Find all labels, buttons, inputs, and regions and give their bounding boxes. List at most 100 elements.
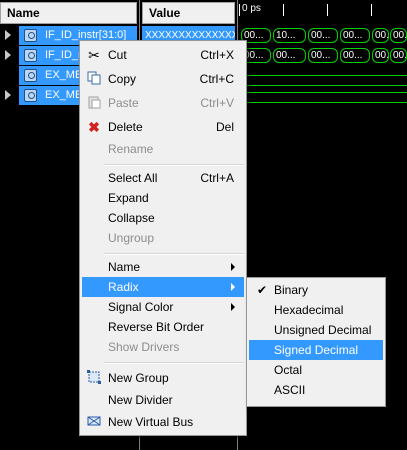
ruler-tick xyxy=(371,4,372,16)
menu-item-label: Radix xyxy=(108,280,139,294)
value-column-header[interactable]: Value xyxy=(142,2,235,24)
expand-arrow-icon[interactable] xyxy=(5,50,11,60)
menu-item-radix[interactable]: Radix xyxy=(82,277,244,297)
menu-item-rename[interactable]: Rename xyxy=(82,139,244,159)
wave-segment[interactable]: 00... xyxy=(372,28,389,43)
scissors-icon: ✂ xyxy=(88,47,100,63)
menu-item-label: Ungroup xyxy=(108,231,155,245)
time-ruler-label: 0 ps xyxy=(242,3,261,14)
menu-item-label: New Group xyxy=(108,371,169,385)
menu-item-select-all[interactable]: Select All Ctrl+A xyxy=(82,168,244,188)
wave-segment[interactable]: 00... xyxy=(340,28,370,43)
name-header-label: Name xyxy=(7,6,40,20)
signal-name: EX_ME xyxy=(45,89,83,101)
signal-bus-icon xyxy=(24,29,37,42)
submenu-arrow-icon xyxy=(231,283,235,291)
wave-segment[interactable]: 00... xyxy=(390,28,407,43)
signal-name: IF_ID_r xyxy=(45,49,82,61)
name-column-header[interactable]: Name xyxy=(0,2,137,24)
menu-item-label: Expand xyxy=(108,191,149,205)
menu-item-new-virtual-bus[interactable]: New Virtual Bus xyxy=(82,412,244,432)
checkmark-icon: ✔ xyxy=(257,283,268,297)
virtual-bus-icon xyxy=(86,414,102,430)
radix-option-label: ASCII xyxy=(274,383,306,397)
menu-item-expand[interactable]: Expand xyxy=(82,188,244,208)
menu-item-label: Collapse xyxy=(108,211,155,225)
menu-item-label: Select All xyxy=(108,171,158,185)
wave-line[interactable] xyxy=(241,75,407,76)
ruler-tick xyxy=(239,4,240,16)
menu-item-name[interactable]: Name xyxy=(82,257,244,277)
menu-item-label: Copy xyxy=(108,72,137,86)
menu-separator xyxy=(104,253,244,255)
expand-arrow-icon[interactable] xyxy=(5,90,11,100)
wave-segment[interactable]: 00... xyxy=(390,48,407,63)
menu-item-signal-color[interactable]: Signal Color xyxy=(82,297,244,317)
signal-bus-icon xyxy=(24,49,37,62)
menu-item-label: Signal Color xyxy=(108,300,174,314)
delete-x-icon: ✖ xyxy=(88,119,100,135)
radix-option-hexadecimal[interactable]: Hexadecimal xyxy=(249,300,383,320)
menu-item-label: New Divider xyxy=(108,393,173,407)
radix-option-ascii[interactable]: ASCII xyxy=(249,380,383,400)
menu-item-ungroup[interactable]: Ungroup xyxy=(82,228,244,248)
ruler-tick xyxy=(283,4,284,16)
value-header-label: Value xyxy=(149,6,181,20)
submenu-arrow-icon xyxy=(231,303,235,311)
wave-segment[interactable]: 00... xyxy=(340,48,370,63)
radix-option-signed-decimal[interactable]: Signed Decimal xyxy=(249,340,383,360)
menu-item-new-divider[interactable]: New Divider xyxy=(82,390,244,410)
menu-item-label: Cut xyxy=(108,48,127,62)
signal-bus-icon xyxy=(24,89,37,102)
wave-segment[interactable]: 00... xyxy=(372,48,389,63)
menu-item-show-drivers[interactable]: Show Drivers xyxy=(82,337,244,357)
paste-icon xyxy=(86,95,102,111)
menu-item-label: Show Drivers xyxy=(108,340,180,354)
menu-separator xyxy=(104,362,244,364)
menu-item-label: Name xyxy=(108,260,141,274)
menu-shortcut: Ctrl+C xyxy=(199,72,234,86)
radix-option-octal[interactable]: Octal xyxy=(249,360,383,380)
wave-segment[interactable]: 00... xyxy=(273,48,306,63)
menu-item-copy[interactable]: Copy Ctrl+C xyxy=(82,69,244,89)
time-ruler: 0 ps xyxy=(238,2,407,24)
copy-icon xyxy=(86,71,102,87)
menu-item-new-group[interactable]: New Group xyxy=(82,368,244,388)
new-group-icon xyxy=(86,370,102,386)
ruler-tick xyxy=(327,4,328,16)
menu-shortcut: Ctrl+V xyxy=(200,96,234,110)
wave-segment[interactable]: 00... xyxy=(308,28,338,43)
menu-item-reverse-bit-order[interactable]: Reverse Bit Order xyxy=(82,317,244,337)
menu-separator xyxy=(104,164,244,166)
signal-bit-icon xyxy=(24,69,37,82)
wave-line[interactable] xyxy=(241,92,407,93)
menu-item-label: Reverse Bit Order xyxy=(108,320,205,334)
radix-option-unsigned-decimal[interactable]: Unsigned Decimal xyxy=(249,320,383,340)
radix-option-binary[interactable]: ✔ Binary xyxy=(249,280,383,300)
radix-option-label: Hexadecimal xyxy=(274,303,344,317)
wave-line[interactable] xyxy=(241,85,407,86)
radix-option-label: Binary xyxy=(274,283,309,297)
radix-option-label: Unsigned Decimal xyxy=(274,323,372,337)
submenu-arrow-icon xyxy=(231,263,235,271)
menu-shortcut: Ctrl+A xyxy=(200,171,234,185)
signal-name: EX_ME xyxy=(45,69,83,81)
radix-option-label: Signed Decimal xyxy=(274,343,359,357)
menu-item-collapse[interactable]: Collapse xyxy=(82,208,244,228)
menu-item-label: Delete xyxy=(108,120,143,134)
menu-item-delete[interactable]: ✖ Delete Del xyxy=(82,117,244,137)
radix-submenu: ✔ Binary Hexadecimal Unsigned Decimal Si… xyxy=(246,277,386,407)
wave-segment[interactable]: 10... xyxy=(273,28,306,43)
menu-shortcut: Del xyxy=(215,120,234,134)
wave-line[interactable] xyxy=(241,102,407,103)
menu-shortcut: Ctrl+X xyxy=(200,48,234,62)
menu-item-label: Rename xyxy=(108,142,154,156)
menu-item-paste[interactable]: Paste Ctrl+V xyxy=(82,93,244,113)
wave-segment[interactable]: 00... xyxy=(308,48,338,63)
menu-item-label: New Virtual Bus xyxy=(108,415,194,429)
radix-option-label: Octal xyxy=(274,363,303,377)
menu-item-label: Paste xyxy=(108,96,139,110)
menu-item-cut[interactable]: ✂ Cut Ctrl+X xyxy=(82,45,244,65)
expand-arrow-icon[interactable] xyxy=(5,30,11,40)
context-menu: ✂ Cut Ctrl+X Copy Ctrl+C Paste Ctrl+V ✖ … xyxy=(79,40,247,436)
